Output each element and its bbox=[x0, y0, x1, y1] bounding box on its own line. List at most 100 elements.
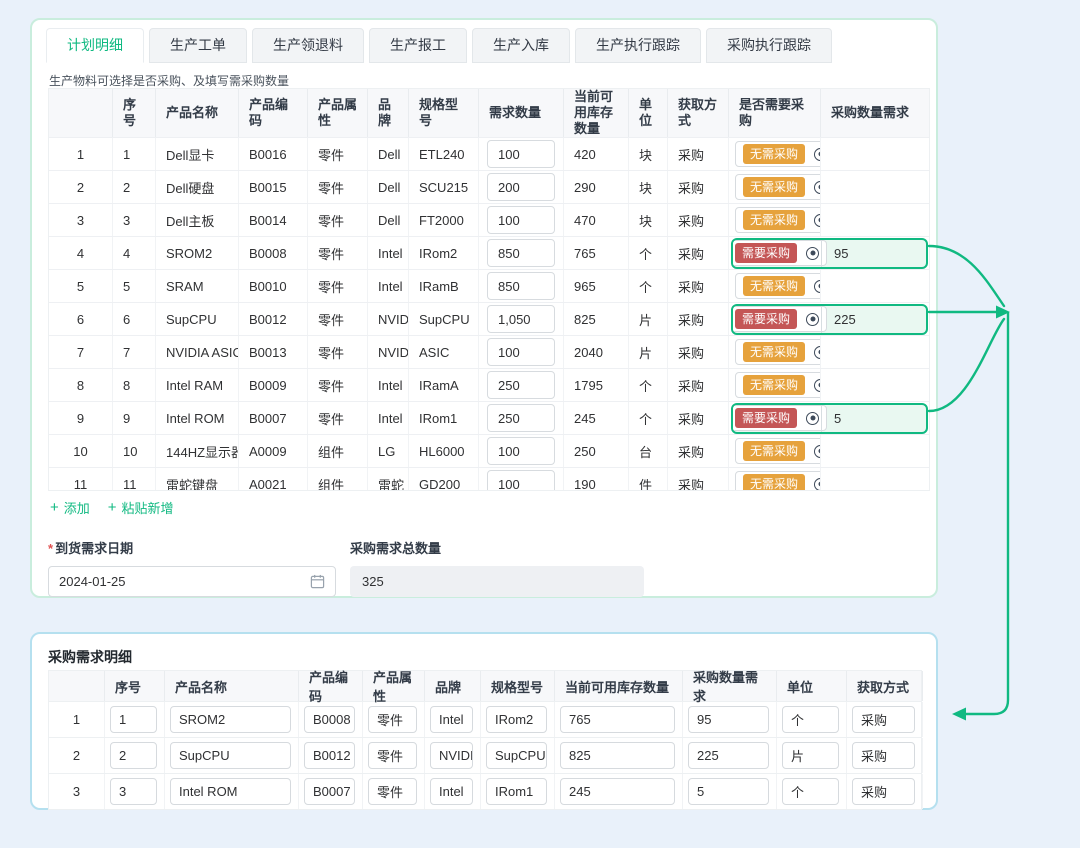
demand-qty-input[interactable]: 850 bbox=[487, 239, 555, 267]
cell-acquire: 采购 bbox=[668, 237, 729, 269]
cell-brand: Dell bbox=[368, 204, 409, 236]
cell-input[interactable]: 采购 bbox=[852, 742, 915, 769]
total-qty-value: 325 bbox=[362, 574, 384, 589]
cell-input[interactable]: 片 bbox=[782, 742, 839, 769]
cell-input[interactable]: B0008 bbox=[304, 706, 355, 733]
cell-input[interactable]: IRom1 bbox=[486, 778, 547, 805]
demand-qty-input[interactable]: 250 bbox=[487, 371, 555, 399]
arrival-date-label: *到货需求日期 bbox=[48, 538, 336, 557]
cell-stock: 825 bbox=[564, 303, 629, 335]
purchase-need-badge: 需要采购 bbox=[735, 309, 797, 329]
purchase-need-select[interactable]: 无需采购 bbox=[735, 273, 821, 299]
demand-qty-input[interactable]: 100 bbox=[487, 437, 555, 465]
cell-input[interactable]: 5 bbox=[688, 778, 769, 805]
demand-qty-input[interactable]: 100 bbox=[487, 338, 555, 366]
cell-brand: Intel bbox=[368, 237, 409, 269]
tab-1[interactable]: 计划明细 bbox=[46, 28, 144, 63]
demand-qty-input[interactable]: 200 bbox=[487, 173, 555, 201]
purchase-need-select[interactable]: 无需采购 bbox=[735, 372, 821, 398]
purchase-highlight-cell: 需要采购5 bbox=[729, 402, 930, 434]
purchase-need-select[interactable]: 无需采购 bbox=[735, 174, 821, 200]
cell-input[interactable]: 零件 bbox=[368, 778, 417, 805]
radio-icon bbox=[814, 478, 821, 491]
cell-index: 9 bbox=[49, 402, 113, 434]
cell-spec: SupCPU bbox=[481, 738, 555, 773]
radio-icon bbox=[806, 313, 819, 326]
purchase-need-select[interactable]: 无需采购 bbox=[735, 207, 821, 233]
demand-qty-input[interactable]: 100 bbox=[487, 470, 555, 491]
tab-4[interactable]: 生产报工 bbox=[369, 28, 467, 63]
radio-icon bbox=[806, 412, 819, 425]
tab-3[interactable]: 生产领退料 bbox=[252, 28, 364, 63]
purchase-need-badge: 需要采购 bbox=[735, 243, 797, 263]
demand-qty-input[interactable]: 250 bbox=[487, 404, 555, 432]
cell-input[interactable]: 1 bbox=[110, 706, 157, 733]
arrow-from-row4 bbox=[929, 246, 1004, 306]
cell-input[interactable]: NVIDIA bbox=[430, 742, 473, 769]
cell-input[interactable]: B0012 bbox=[304, 742, 355, 769]
cell-index: 10 bbox=[49, 435, 113, 467]
cell-input[interactable]: IRom2 bbox=[486, 706, 547, 733]
action-label: 粘贴新增 bbox=[122, 498, 174, 517]
calendar-icon[interactable] bbox=[310, 574, 325, 589]
column-header: 产品属性 bbox=[363, 671, 425, 701]
table-row: 99Intel ROMB0007零件IntelIRom1250245个采购需要采… bbox=[49, 401, 929, 434]
paste-add-button[interactable]: +粘贴新增 bbox=[108, 498, 174, 517]
column-header: 获取方式 bbox=[847, 671, 923, 701]
table-row: 1010144HZ显示器A0009组件LGHL6000100250台采购无需采购 bbox=[49, 434, 929, 467]
cell-input[interactable]: Intel ROM bbox=[170, 778, 291, 805]
cell-input[interactable]: 225 bbox=[688, 742, 769, 769]
cell-input[interactable]: 采购 bbox=[852, 778, 915, 805]
cell-product-code: B0007 bbox=[239, 402, 308, 434]
cell-input[interactable]: 2 bbox=[110, 742, 157, 769]
cell-input[interactable]: 245 bbox=[560, 778, 675, 805]
tab-6[interactable]: 生产执行跟踪 bbox=[575, 28, 701, 63]
column-header: 产品编码 bbox=[239, 89, 308, 137]
plan-detail-panel: 计划明细生产工单生产领退料生产报工生产入库生产执行跟踪采购执行跟踪 生产物料可选… bbox=[30, 18, 938, 598]
cell-input[interactable]: 采购 bbox=[852, 706, 915, 733]
cell-input[interactable]: 个 bbox=[782, 706, 839, 733]
cell-input[interactable]: 个 bbox=[782, 778, 839, 805]
cell-input[interactable]: SupCPU bbox=[486, 742, 547, 769]
purchase-need-select[interactable]: 需要采购 bbox=[731, 240, 827, 266]
cell-stock: 765 bbox=[555, 702, 683, 737]
cell-input[interactable]: 零件 bbox=[368, 742, 417, 769]
cell-input[interactable]: 765 bbox=[560, 706, 675, 733]
purchase-need-select[interactable]: 无需采购 bbox=[735, 438, 821, 464]
tab-5[interactable]: 生产入库 bbox=[472, 28, 570, 63]
cell-unit: 个 bbox=[629, 402, 668, 434]
highlight-select-wrap: 需要采购 bbox=[733, 306, 821, 332]
demand-qty-input[interactable]: 1,050 bbox=[487, 305, 555, 333]
arrival-date-input[interactable]: 2024-01-25 bbox=[48, 566, 336, 597]
purchase-qty-input[interactable]: 225 bbox=[822, 312, 926, 327]
purchase-qty-input[interactable]: 95 bbox=[822, 246, 926, 261]
cell-purchase-qty bbox=[821, 369, 930, 401]
purchase-table: 序号产品名称产品编码产品属性品牌规格型号当前可用库存数量采购数量需求单位获取方式… bbox=[48, 670, 922, 810]
cell-spec: FT2000 bbox=[409, 204, 479, 236]
cell-input[interactable]: SupCPU bbox=[170, 742, 291, 769]
cell-input[interactable]: SROM2 bbox=[170, 706, 291, 733]
purchase-highlight-cell: 需要采购 95 bbox=[729, 237, 930, 269]
cell-input[interactable]: 零件 bbox=[368, 706, 417, 733]
cell-input[interactable]: Intel bbox=[430, 778, 473, 805]
tab-2[interactable]: 生产工单 bbox=[149, 28, 247, 63]
demand-qty-input[interactable]: 100 bbox=[487, 206, 555, 234]
purchase-need-select[interactable]: 需要采购 bbox=[731, 405, 827, 431]
cell-index: 3 bbox=[49, 774, 105, 809]
purchase-need-select[interactable]: 需要采购 bbox=[731, 306, 827, 332]
demand-qty-input[interactable]: 850 bbox=[487, 272, 555, 300]
purchase-qty-input[interactable]: 5 bbox=[822, 411, 926, 426]
purchase-need-select[interactable]: 无需采购 bbox=[735, 141, 821, 167]
demand-qty-input[interactable]: 100 bbox=[487, 140, 555, 168]
purchase-need-select[interactable]: 无需采购 bbox=[735, 339, 821, 365]
add-row-button[interactable]: +添加 bbox=[50, 498, 90, 517]
tab-7[interactable]: 采购执行跟踪 bbox=[706, 28, 832, 63]
cell-input[interactable]: 3 bbox=[110, 778, 157, 805]
cell-input[interactable]: B0007 bbox=[304, 778, 355, 805]
cell-input[interactable]: 95 bbox=[688, 706, 769, 733]
table-row: 66SupCPUB0012零件NVIDIASupCPU1,050825片采购需要… bbox=[49, 302, 929, 335]
cell-demand-qty: 100 bbox=[479, 468, 564, 491]
purchase-need-select[interactable]: 无需采购 bbox=[735, 471, 821, 491]
cell-input[interactable]: 825 bbox=[560, 742, 675, 769]
cell-input[interactable]: Intel bbox=[430, 706, 473, 733]
